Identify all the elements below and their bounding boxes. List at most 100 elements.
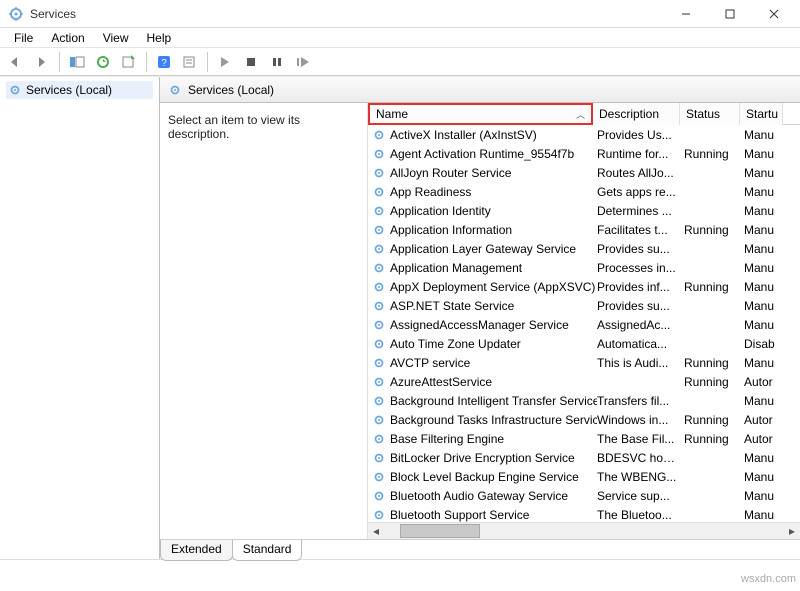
stop-service-button[interactable]	[239, 51, 263, 73]
show-hide-tree-button[interactable]	[65, 51, 89, 73]
service-name-label: AssignedAccessManager Service	[390, 318, 569, 332]
service-name-cell: App Readiness	[372, 185, 597, 199]
service-name-label: AppX Deployment Service (AppXSVC)	[390, 280, 595, 294]
service-row[interactable]: AppX Deployment Service (AppXSVC)Provide…	[368, 277, 800, 296]
menu-action[interactable]: Action	[43, 30, 92, 46]
service-name-label: Application Layer Gateway Service	[390, 242, 576, 256]
service-name-cell: Application Layer Gateway Service	[372, 242, 597, 256]
minimize-button[interactable]	[664, 0, 708, 28]
pause-service-button[interactable]	[265, 51, 289, 73]
service-name-label: Block Level Backup Engine Service	[390, 470, 579, 484]
service-row[interactable]: ASP.NET State ServiceProvides su...Manu	[368, 296, 800, 315]
service-row[interactable]: Auto Time Zone Updater Automatica... Disab	[368, 334, 800, 353]
tab-extended[interactable]: Extended	[160, 540, 233, 561]
service-row[interactable]: Bluetooth Support ServiceThe Bluetoo...M…	[368, 505, 800, 522]
service-startup-cell: Autor	[744, 432, 787, 446]
service-status-cell: Running	[684, 375, 744, 389]
service-name-cell: AllJoyn Router Service	[372, 166, 597, 180]
horizontal-scrollbar[interactable]: ◂ ▸	[368, 522, 800, 539]
tree-root-services-local[interactable]: Services (Local)	[6, 81, 153, 99]
service-row[interactable]: App ReadinessGets apps re...Manu	[368, 182, 800, 201]
status-bar	[0, 559, 800, 591]
main-content: Services (Local) Services (Local) Select…	[0, 76, 800, 559]
service-row[interactable]: Background Tasks Infrastructure ServiceW…	[368, 410, 800, 429]
service-row[interactable]: Bluetooth Audio Gateway ServiceService s…	[368, 486, 800, 505]
title-bar: Services	[0, 0, 800, 28]
service-desc-cell: Transfers fil...	[597, 394, 684, 408]
service-row[interactable]: Application Layer Gateway Service Provide…	[368, 239, 800, 258]
service-startup-cell: Manu	[744, 394, 787, 408]
column-status[interactable]: Status	[680, 103, 740, 125]
service-desc-cell: Provides su...	[597, 299, 684, 313]
service-name-label: Agent Activation Runtime_9554f7b	[390, 147, 574, 161]
refresh-button[interactable]	[117, 51, 141, 73]
help-button[interactable]: ?	[152, 51, 176, 73]
service-row[interactable]: Block Level Backup Engine ServiceThe WBE…	[368, 467, 800, 486]
start-service-button[interactable]	[213, 51, 237, 73]
service-status-cell: Running	[684, 432, 744, 446]
gear-icon	[372, 508, 386, 522]
restart-service-button[interactable]	[291, 51, 315, 73]
menu-view[interactable]: View	[95, 30, 137, 46]
menu-file[interactable]: File	[6, 30, 41, 46]
scroll-right-icon[interactable]: ▸	[784, 524, 800, 538]
service-desc-cell: Service sup...	[597, 489, 684, 503]
service-name-label: Background Intelligent Transfer Service	[390, 394, 597, 408]
svg-text:?: ?	[161, 58, 167, 69]
service-name-cell: AppX Deployment Service (AppXSVC)	[372, 280, 597, 294]
service-row[interactable]: Background Intelligent Transfer ServiceT…	[368, 391, 800, 410]
service-name-label: AllJoyn Router Service	[390, 166, 511, 180]
service-row[interactable]: AzureAttestServiceRunningAutor	[368, 372, 800, 391]
gear-icon	[372, 280, 386, 294]
properties-button[interactable]	[178, 51, 202, 73]
column-description[interactable]: Description	[593, 103, 680, 125]
service-row[interactable]: Application IdentityDetermines ...Manu	[368, 201, 800, 220]
scroll-left-icon[interactable]: ◂	[368, 524, 384, 538]
gear-icon	[372, 413, 386, 427]
service-name-cell: Bluetooth Support Service	[372, 508, 597, 522]
service-row[interactable]: BitLocker Drive Encryption ServiceBDESVC…	[368, 448, 800, 467]
service-desc-cell: Routes AllJo...	[597, 166, 684, 180]
service-row[interactable]: ActiveX Installer (AxInstSV)Provides Us.…	[368, 125, 800, 144]
service-status-cell: Running	[684, 280, 744, 294]
service-startup-cell: Autor	[744, 375, 787, 389]
service-startup-cell: Disab	[744, 337, 787, 351]
service-status-cell: Running	[684, 356, 744, 370]
service-row[interactable]: AssignedAccessManager ServiceAssignedAc.…	[368, 315, 800, 334]
service-rows[interactable]: ActiveX Installer (AxInstSV)Provides Us.…	[368, 125, 800, 522]
service-row[interactable]: Agent Activation Runtime_9554f7b Runtime …	[368, 144, 800, 163]
forward-button[interactable]	[30, 51, 54, 73]
gear-icon	[372, 394, 386, 408]
service-status-cell: Running	[684, 223, 744, 237]
gear-icon	[372, 451, 386, 465]
description-pane: Select an item to view its description.	[160, 103, 368, 539]
service-desc-cell: Automatica...	[597, 337, 684, 351]
close-button[interactable]	[752, 0, 796, 28]
service-row[interactable]: AVCTP serviceThis is Audi...RunningManu	[368, 353, 800, 372]
service-name-label: Auto Time Zone Updater	[390, 337, 521, 351]
service-desc-cell: Runtime for...	[597, 147, 684, 161]
column-startup[interactable]: Startu	[740, 103, 783, 125]
details-pane: Services (Local) Select an item to view …	[160, 77, 800, 559]
service-desc-cell: Provides inf...	[597, 280, 684, 294]
back-button[interactable]	[4, 51, 28, 73]
service-row[interactable]: Application ManagementProcesses in...Man…	[368, 258, 800, 277]
watermark: wsxdn.com	[741, 573, 796, 585]
gear-icon	[372, 470, 386, 484]
tab-standard[interactable]: Standard	[232, 540, 303, 561]
service-desc-cell: Provides su...	[597, 242, 684, 256]
service-row[interactable]: Base Filtering EngineThe Base Fil...Runn…	[368, 429, 800, 448]
service-row[interactable]: Application InformationFacilitates t...R…	[368, 220, 800, 239]
services-app-icon	[8, 6, 24, 22]
gear-icon	[372, 204, 386, 218]
scroll-thumb[interactable]	[400, 524, 480, 538]
service-startup-cell: Manu	[744, 147, 787, 161]
gear-icon	[372, 375, 386, 389]
maximize-button[interactable]	[708, 0, 752, 28]
gear-icon	[168, 83, 182, 97]
export-list-button[interactable]	[91, 51, 115, 73]
service-startup-cell: Autor	[744, 413, 787, 427]
column-name[interactable]: Name ︿	[368, 103, 593, 125]
menu-help[interactable]: Help	[139, 30, 180, 46]
service-row[interactable]: AllJoyn Router ServiceRoutes AllJo...Man…	[368, 163, 800, 182]
